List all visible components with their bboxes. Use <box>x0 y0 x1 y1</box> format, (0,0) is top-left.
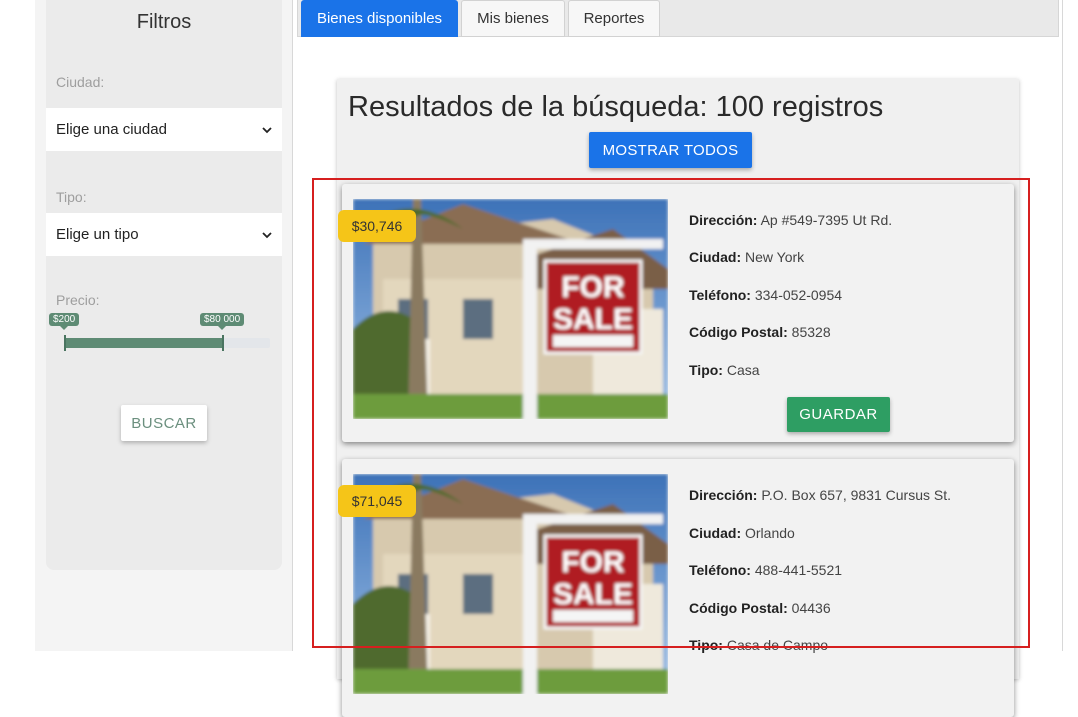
type-value: Casa <box>726 362 760 378</box>
type-row: Tipo: Casa <box>689 362 760 378</box>
phone-label: Teléfono: <box>689 287 751 303</box>
price-slider-max-handle[interactable] <box>222 335 224 351</box>
address-label: Dirección: <box>689 487 758 503</box>
sign-text-sale: SALE <box>553 578 633 611</box>
filters-panel: Filtros Ciudad: Elige una ciudad Tipo: E… <box>46 0 282 570</box>
city-row: Ciudad: Orlando <box>689 525 795 541</box>
left-gutter <box>0 0 35 651</box>
price-slider-fill <box>64 338 223 348</box>
postal-row: Código Postal: 04436 <box>689 600 831 616</box>
price-min-tooltip: $200 <box>49 313 80 330</box>
chevron-down-icon <box>262 231 272 238</box>
city-row-label: Ciudad: <box>689 525 742 541</box>
city-row: Ciudad: New York <box>689 249 804 265</box>
city-label: Ciudad: <box>56 74 105 90</box>
type-label: Tipo: <box>56 189 87 205</box>
phone-label: Teléfono: <box>689 562 751 578</box>
address-row: Dirección: P.O. Box 657, 9831 Cursus St. <box>689 487 951 503</box>
postal-value: 85328 <box>791 324 831 340</box>
content-right-border <box>1062 0 1063 651</box>
filters-title: Filtros <box>136 11 192 33</box>
price-label: Precio: <box>56 292 100 308</box>
save-button[interactable]: GUARDAR <box>787 397 890 432</box>
price-badge: $30,746 <box>338 210 416 242</box>
price-badge: $71,045 <box>338 485 416 517</box>
property-card: FOR SALE $30,746 Dirección: Ap #549-7395… <box>338 184 1014 442</box>
city-row-label: Ciudad: <box>689 249 742 265</box>
price-slider-min-handle[interactable] <box>64 335 66 351</box>
type-row-label: Tipo: <box>689 362 723 378</box>
tab-reports[interactable]: Reportes <box>568 0 660 37</box>
tab-my-properties[interactable]: Mis bienes <box>461 0 565 37</box>
phone-row: Teléfono: 488-441-5521 <box>689 562 842 578</box>
phone-row: Teléfono: 334-052-0954 <box>689 287 842 303</box>
property-card: FOR SALE $71,045 Dirección: P.O. Box 657… <box>338 459 1014 717</box>
show-all-button[interactable]: MOSTRAR TODOS <box>589 132 752 168</box>
type-select[interactable]: Elige un tipo <box>46 213 282 256</box>
postal-label: Código Postal: <box>689 600 788 616</box>
postal-label: Código Postal: <box>689 324 788 340</box>
type-select-value: Elige un tipo <box>56 226 139 243</box>
city-value: New York <box>745 249 805 265</box>
sign-text-sale: SALE <box>553 303 633 336</box>
city-value: Orlando <box>745 525 795 541</box>
address-label: Dirección: <box>689 212 758 228</box>
city-select-value: Elige una ciudad <box>56 121 167 138</box>
sign-text-for: FOR <box>561 271 625 304</box>
tabs-bar: Bienes disponibles Mis bienes Reportes <box>297 0 1059 37</box>
phone-value: 488-441-5521 <box>754 562 843 578</box>
price-max-tooltip: $80 000 <box>200 313 245 330</box>
address-row: Dirección: Ap #549-7395 Ut Rd. <box>689 212 892 228</box>
postal-row: Código Postal: 85328 <box>689 324 831 340</box>
city-select[interactable]: Elige una ciudad <box>46 108 282 151</box>
results-title: Resultados de la búsqueda: 100 registros <box>348 91 884 123</box>
tab-available[interactable]: Bienes disponibles <box>301 0 458 37</box>
address-value: P.O. Box 657, 9831 Cursus St. <box>761 487 951 503</box>
chevron-down-icon <box>262 126 272 133</box>
phone-value: 334-052-0954 <box>754 287 843 303</box>
postal-value: 04436 <box>791 600 831 616</box>
sign-text-for: FOR <box>561 546 625 579</box>
address-value: Ap #549-7395 Ut Rd. <box>760 212 893 228</box>
price-slider[interactable] <box>64 335 270 351</box>
search-button[interactable]: BUSCAR <box>121 405 207 441</box>
